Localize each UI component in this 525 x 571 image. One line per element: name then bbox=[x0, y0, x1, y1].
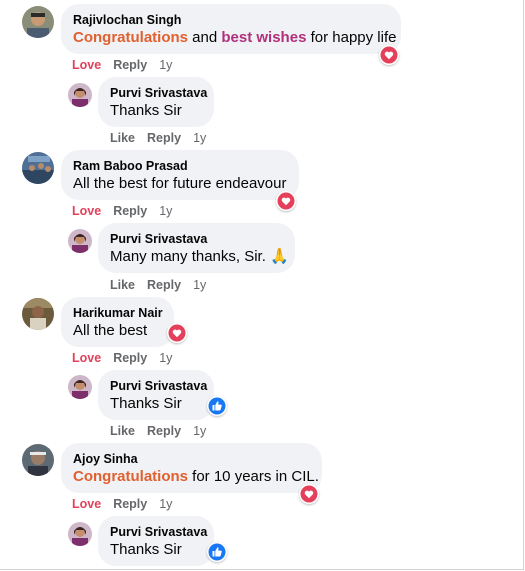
comment-actions: Love Reply 1y bbox=[72, 204, 184, 218]
comment-text: All the best for future endeavour bbox=[73, 174, 287, 194]
avatar[interactable] bbox=[22, 298, 54, 330]
comment-text-part: All the best bbox=[73, 322, 148, 339]
like-reaction-icon[interactable] bbox=[207, 396, 227, 416]
avatar[interactable] bbox=[22, 152, 54, 184]
reply-text: Thanks Sir bbox=[110, 395, 182, 412]
comment-text-part: for happy life bbox=[306, 29, 397, 46]
comments-panel: Rajivlochan Singh Congratulations and be… bbox=[0, 0, 524, 570]
reply-bubble: Purvi Srivastava Thanks Sir bbox=[98, 77, 214, 127]
comment-bubble: Ajoy Sinha Congratulations for 10 years … bbox=[61, 443, 322, 493]
comment-timestamp[interactable]: 1y bbox=[159, 497, 172, 511]
comment-bubble: Ram Baboo Prasad All the best for future… bbox=[61, 150, 299, 200]
reply-button[interactable]: Reply bbox=[147, 131, 181, 145]
reply-button[interactable]: Reply bbox=[113, 58, 147, 72]
comment-author[interactable]: Rajivlochan Singh bbox=[73, 12, 389, 28]
reply-button[interactable]: Reply bbox=[113, 351, 147, 365]
comment-timestamp[interactable]: 1y bbox=[159, 58, 172, 72]
like-button[interactable]: Like bbox=[110, 424, 135, 438]
reply-actions: Like Reply 1y bbox=[110, 278, 218, 292]
reply-button[interactable]: Reply bbox=[113, 204, 147, 218]
comment-actions: Love Reply 1y bbox=[72, 58, 184, 72]
comment-actions: Love Reply 1y bbox=[72, 351, 184, 365]
comment-actions: Love Reply 1y bbox=[72, 497, 184, 511]
avatar[interactable] bbox=[68, 522, 92, 546]
reply-button[interactable]: Reply bbox=[113, 497, 147, 511]
reply-author[interactable]: Purvi Srivastava bbox=[110, 524, 207, 540]
reply-author[interactable]: Purvi Srivastava bbox=[110, 231, 283, 247]
reply-timestamp[interactable]: 1y bbox=[193, 131, 206, 145]
love-reaction-icon[interactable] bbox=[299, 484, 319, 504]
comment-timestamp[interactable]: 1y bbox=[159, 351, 172, 365]
reply-bubble: Purvi Srivastava Many many thanks, Sir. … bbox=[98, 223, 295, 273]
like-button[interactable]: Like bbox=[110, 278, 135, 292]
comment-text: Congratulations and best wishes for happ… bbox=[73, 28, 396, 48]
avatar[interactable] bbox=[22, 6, 54, 38]
comment-text: All the best bbox=[73, 321, 162, 341]
highlight-text: best wishes bbox=[221, 29, 307, 46]
reply-button[interactable]: Reply bbox=[147, 424, 181, 438]
reply-text: Many many thanks, Sir. 🙏 bbox=[110, 248, 289, 265]
reply-bubble: Purvi Srivastava Thanks Sir bbox=[98, 370, 214, 420]
avatar[interactable] bbox=[68, 229, 92, 253]
reply-timestamp[interactable]: 1y bbox=[193, 278, 206, 292]
reply-button[interactable]: Reply bbox=[147, 278, 181, 292]
avatar[interactable] bbox=[22, 444, 54, 476]
reply-actions: Like Reply 1y bbox=[110, 424, 218, 438]
love-button[interactable]: Love bbox=[72, 58, 101, 72]
reply-author[interactable]: Purvi Srivastava bbox=[110, 378, 207, 394]
love-reaction-icon[interactable] bbox=[276, 191, 296, 211]
comment-text-part: for 10 years in CIL. bbox=[188, 468, 319, 485]
love-button[interactable]: Love bbox=[72, 351, 101, 365]
reply-bubble: Purvi Srivastava Thanks Sir bbox=[98, 516, 214, 566]
highlight-text: Congratulations bbox=[73, 468, 188, 485]
love-button[interactable]: Love bbox=[72, 497, 101, 511]
love-reaction-icon[interactable] bbox=[167, 323, 187, 343]
reply-timestamp[interactable]: 1y bbox=[193, 424, 206, 438]
comment-text: Congratulations for 10 years in CIL. bbox=[73, 467, 319, 487]
reply-text: Thanks Sir bbox=[110, 541, 182, 558]
reply-author[interactable]: Purvi Srivastava bbox=[110, 85, 207, 101]
comment-author[interactable]: Ajoy Sinha bbox=[73, 451, 310, 467]
comment-bubble: Harikumar Nair All the best bbox=[61, 297, 174, 347]
comment-text-part: and bbox=[188, 29, 222, 46]
comment-author[interactable]: Ram Baboo Prasad bbox=[73, 158, 287, 174]
like-reaction-icon[interactable] bbox=[207, 542, 227, 562]
like-button[interactable]: Like bbox=[110, 131, 135, 145]
comment-bubble: Rajivlochan Singh Congratulations and be… bbox=[61, 4, 401, 54]
comment-author[interactable]: Harikumar Nair bbox=[73, 305, 163, 321]
reply-text: Thanks Sir bbox=[110, 102, 182, 119]
comment-text-part: All the best for future endeavour bbox=[73, 175, 287, 192]
love-button[interactable]: Love bbox=[72, 204, 101, 218]
avatar[interactable] bbox=[68, 83, 92, 107]
comment-timestamp[interactable]: 1y bbox=[159, 204, 172, 218]
highlight-text: Congratulations bbox=[73, 29, 188, 46]
reply-actions: Like Reply 1y bbox=[110, 131, 218, 145]
avatar[interactable] bbox=[68, 375, 92, 399]
love-reaction-icon[interactable] bbox=[379, 45, 399, 65]
